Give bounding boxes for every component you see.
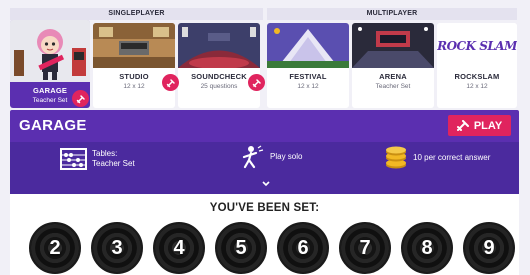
record-label: 6 [297, 236, 309, 259]
record-label: 7 [359, 236, 371, 259]
rockslam-thumbnail: ROCK SLAM [437, 23, 517, 68]
record-label: 5 [235, 236, 247, 259]
reward-info: 10 per correct answer [384, 146, 490, 170]
play-mode-setting[interactable]: Play solo [239, 145, 302, 169]
abacus-icon [60, 148, 87, 170]
guitar-icon [72, 90, 89, 107]
guitar-icon [248, 74, 265, 91]
table-record-4: 4 [153, 222, 205, 274]
arena-thumbnail [352, 23, 434, 68]
mode-card-garage[interactable]: GARAGE Teacher Set [10, 20, 90, 108]
mode-card-sub: 12 x 12 [297, 83, 319, 90]
record-label: 4 [173, 236, 185, 259]
game-mode-selector: SINGLEPLAYER GARAGE Teacher Set STUDIO 1… [10, 8, 518, 108]
chevron-down-icon[interactable] [262, 180, 270, 189]
record-label: 9 [483, 236, 495, 259]
assigned-tables-panel: YOU'VE BEEN SET: 2 3 4 5 6 7 8 9 [10, 194, 519, 275]
play-button-label: PLAY [473, 119, 503, 132]
singleplayer-heading: SINGLEPLAYER [10, 8, 263, 20]
selected-mode-header: GARAGE PLAY [10, 110, 519, 142]
garage-thumbnail [10, 20, 90, 82]
tables-setting[interactable]: Tables: Teacher Set [60, 148, 135, 170]
mode-card-studio[interactable]: STUDIO 12 x 12 [93, 23, 175, 108]
coins-icon [386, 146, 406, 169]
table-record-6: 6 [277, 222, 329, 274]
mode-card-arena[interactable]: ARENA Teacher Set [352, 23, 434, 108]
table-record-9: 9 [463, 222, 515, 274]
tables-value: Teacher Set [92, 159, 135, 168]
record-label: 8 [421, 236, 433, 259]
mode-card-sub: 12 x 12 [466, 83, 488, 90]
studio-thumbnail [93, 23, 175, 68]
table-record-2: 2 [29, 222, 81, 274]
table-record-3: 3 [91, 222, 143, 274]
guitar-icon [162, 74, 179, 91]
singleplayer-group: SINGLEPLAYER GARAGE Teacher Set STUDIO 1… [10, 8, 265, 108]
mode-card-festival[interactable]: FESTIVAL 12 x 12 [267, 23, 349, 108]
multiplayer-group: MULTIPLAYER FESTIVAL 12 x 12 ARENA Teach… [267, 8, 517, 108]
play-mode-label: Play solo [270, 152, 303, 161]
rockslam-logo: ROCK SLAM [437, 38, 517, 53]
tables-label: Tables: [92, 149, 118, 158]
mode-card-rockslam[interactable]: ROCK SLAM ROCKSLAM 12 x 12 [437, 23, 517, 108]
table-record-8: 8 [401, 222, 453, 274]
reward-label: 10 per correct answer [413, 153, 491, 162]
festival-thumbnail [267, 23, 349, 68]
page-title: GARAGE [19, 117, 87, 134]
record-label: 3 [111, 236, 123, 259]
guitar-icon [456, 120, 469, 131]
mode-card-soundcheck[interactable]: SOUNDCHECK 25 questions [178, 23, 260, 108]
tables-list: 2 3 4 5 6 7 8 9 [29, 222, 515, 274]
mode-card-name: ARENA [379, 72, 407, 81]
play-button[interactable]: PLAY [448, 115, 511, 136]
multiplayer-heading: MULTIPLAYER [267, 8, 517, 20]
table-record-7: 7 [339, 222, 391, 274]
solo-player-icon [242, 145, 264, 169]
mode-card-name: ROCKSLAM [454, 72, 500, 81]
mode-card-name: FESTIVAL [289, 72, 327, 81]
soundcheck-thumbnail [178, 23, 260, 68]
mode-card-sub: Teacher Set [375, 83, 411, 90]
set-heading: YOU'VE BEEN SET: [209, 202, 320, 214]
table-record-5: 5 [215, 222, 267, 274]
record-label: 2 [49, 236, 61, 259]
game-settings-bar: Tables: Teacher Set Play solo 10 per cor… [10, 142, 519, 194]
